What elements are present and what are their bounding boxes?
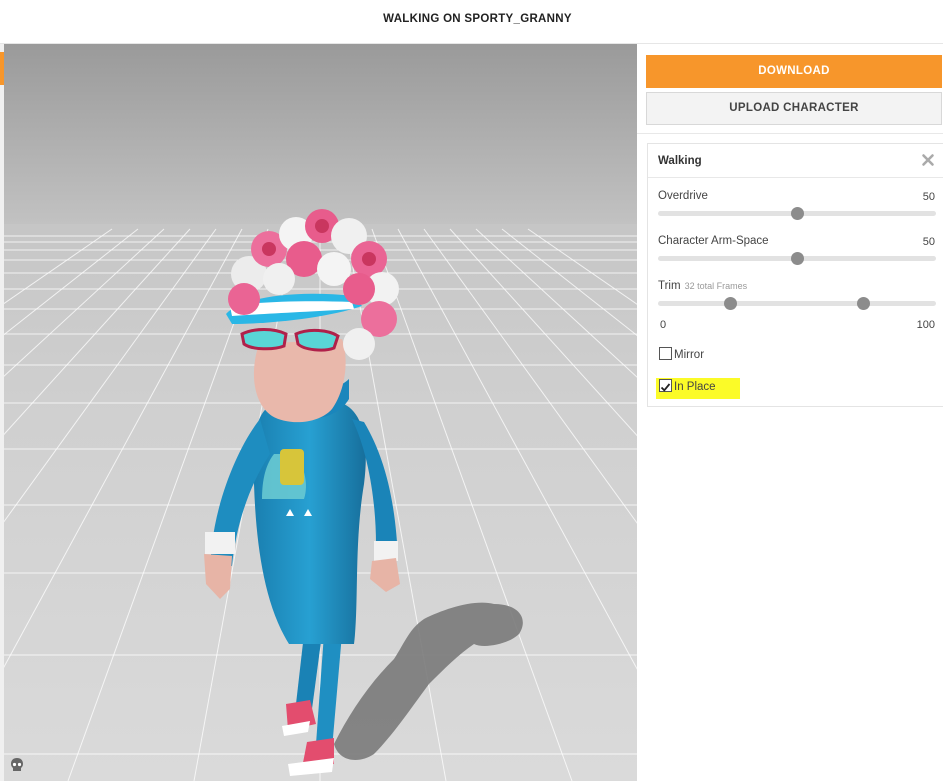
animation-settings-panel: Walking Overdrive 50 Character Arm-Space… <box>647 143 943 407</box>
overdrive-value: 50 <box>922 191 935 203</box>
3d-viewport[interactable] <box>4 44 637 781</box>
sidebar: DOWNLOAD UPLOAD CHARACTER Walking Overdr… <box>637 44 943 781</box>
arm-space-slider-thumb[interactable] <box>791 252 804 265</box>
arm-space-slider[interactable] <box>658 252 936 265</box>
page-title: WALKING ON SPORTY_GRANNY <box>383 13 572 25</box>
trim-range-slider[interactable] <box>658 297 936 310</box>
in-place-checkbox[interactable] <box>659 379 672 392</box>
in-place-label: In Place <box>674 381 716 393</box>
arm-space-label: Character Arm-Space <box>658 235 769 247</box>
trim-max-label: 100 <box>916 319 935 331</box>
download-button[interactable]: DOWNLOAD <box>646 55 942 88</box>
trim-label: Trim 32 total Frames <box>658 280 747 292</box>
trim-min-label: 0 <box>660 319 667 331</box>
mirror-label: Mirror <box>674 349 705 361</box>
overdrive-slider[interactable] <box>658 207 936 220</box>
overdrive-slider-thumb[interactable] <box>791 207 804 220</box>
trim-label-text: Trim <box>658 280 681 292</box>
trim-end-thumb[interactable] <box>857 297 870 310</box>
upload-character-button[interactable]: UPLOAD CHARACTER <box>646 92 942 125</box>
trim-frame-count: 32 total Frames <box>684 281 748 291</box>
panel-title: Walking <box>658 155 702 167</box>
panel-header: Walking <box>648 144 943 178</box>
divider <box>637 133 943 134</box>
overdrive-label: Overdrive <box>658 190 708 202</box>
background-sky <box>4 44 637 234</box>
mirror-checkbox[interactable] <box>659 347 672 360</box>
trim-start-thumb[interactable] <box>724 297 737 310</box>
top-bar: WALKING ON SPORTY_GRANNY <box>0 0 943 44</box>
arm-space-value: 50 <box>922 236 935 248</box>
close-icon[interactable] <box>920 152 936 168</box>
skull-icon <box>11 758 23 771</box>
checkmark-icon <box>660 383 671 392</box>
